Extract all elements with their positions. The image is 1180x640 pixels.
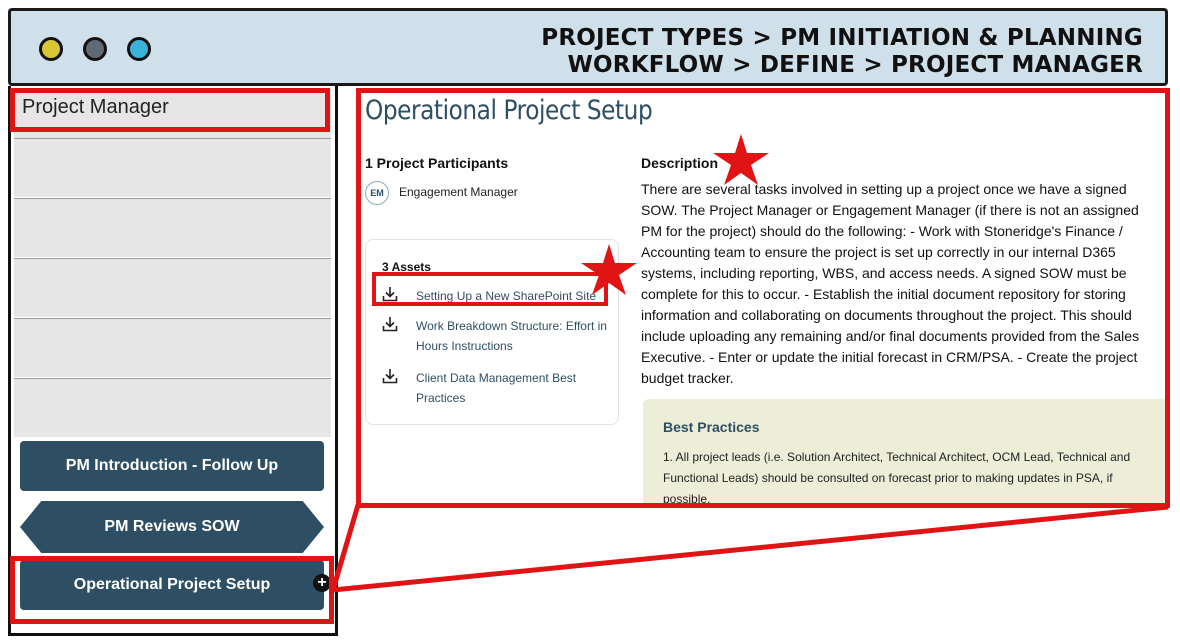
description-text: There are several tasks involved in sett… [641,181,1140,386]
avatar: EM [365,181,389,205]
asset-label: Client Data Management Best Practices [416,371,577,405]
download-icon [382,369,398,384]
description-heading: Description [641,155,719,171]
best-practices-heading: Best Practices [663,419,760,435]
best-practices-text: 1. All project leads (i.e. Solution Arch… [663,450,1131,506]
star-annotation-icon [713,134,769,185]
star-annotation-icon [581,244,637,295]
highlight-box-sharepoint-asset [372,272,608,306]
participants-heading: 1 Project Participants [365,155,509,171]
best-practices-box: Best Practices 1. All project leads (i.e… [643,399,1165,506]
download-icon [382,317,398,332]
participant-name: Engagement Manager [399,185,518,199]
page-title: Operational Project Setup [365,95,653,126]
asset-label: Work Breakdown Structure: Effort in Hour… [416,319,607,353]
